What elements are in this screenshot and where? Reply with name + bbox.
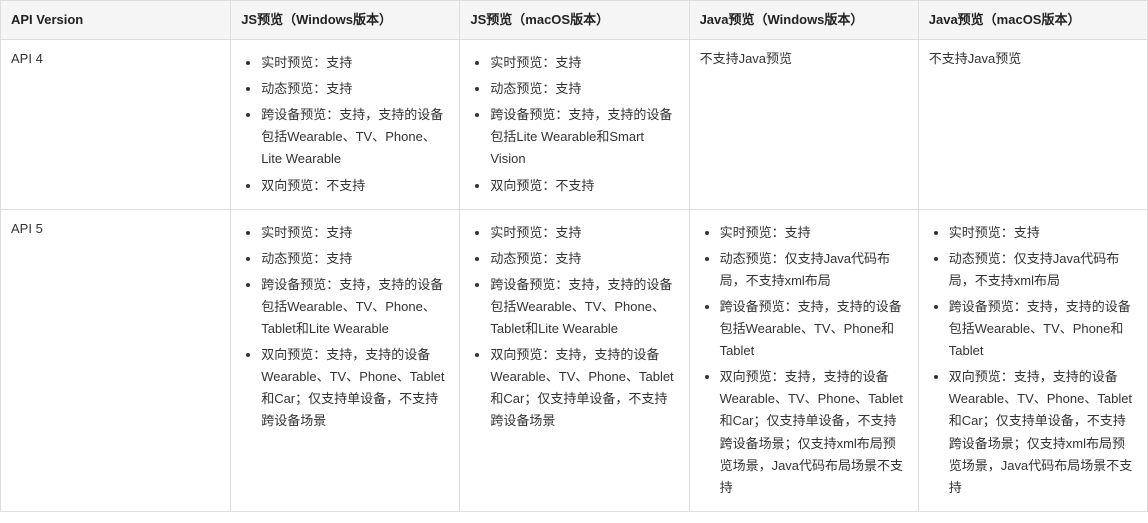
list-item: 实时预览：支持: [261, 52, 449, 74]
table-row: API 5实时预览：支持动态预览：支持跨设备预览：支持，支持的设备包括Weara…: [1, 209, 1148, 511]
col-header: JS预览（Windows版本）: [231, 1, 460, 40]
compat-table-container: API Version JS预览（Windows版本） JS预览（macOS版本…: [0, 0, 1148, 512]
list-item: 动态预览：支持: [261, 78, 449, 100]
feature-cell: 实时预览：支持动态预览：支持跨设备预览：支持，支持的设备包括Wearable、T…: [460, 209, 689, 511]
list-item: 跨设备预览：支持，支持的设备包括Wearable、TV、Phone和Tablet: [949, 296, 1137, 362]
feature-cell: 实时预览：支持动态预览：仅支持Java代码布局，不支持xml布局跨设备预览：支持…: [689, 209, 918, 511]
list-item: 跨设备预览：支持，支持的设备包括Wearable、TV、Phone、Lite W…: [261, 104, 449, 170]
col-header: API Version: [1, 1, 231, 40]
list-item: 动态预览：支持: [490, 78, 678, 100]
list-item: 跨设备预览：支持，支持的设备包括Wearable、TV、Phone、Tablet…: [490, 274, 678, 340]
feature-list: 实时预览：支持动态预览：仅支持Java代码布局，不支持xml布局跨设备预览：支持…: [700, 222, 908, 499]
col-header: Java预览（macOS版本）: [918, 1, 1147, 40]
list-item: 实时预览：支持: [949, 222, 1137, 244]
list-item: 跨设备预览：支持，支持的设备包括Wearable、TV、Phone、Tablet…: [261, 274, 449, 340]
api-version-cell: API 4: [1, 40, 231, 210]
table-body: API 4实时预览：支持动态预览：支持跨设备预览：支持，支持的设备包括Weara…: [1, 40, 1148, 512]
list-item: 双向预览：支持，支持的设备Wearable、TV、Phone、Tablet和Ca…: [261, 344, 449, 432]
list-item: 动态预览：支持: [490, 248, 678, 270]
feature-list: 实时预览：支持动态预览：支持跨设备预览：支持，支持的设备包括Wearable、T…: [241, 52, 449, 197]
feature-list: 实时预览：支持动态预览：支持跨设备预览：支持，支持的设备包括Wearable、T…: [241, 222, 449, 433]
list-item: 双向预览：支持，支持的设备Wearable、TV、Phone、Tablet和Ca…: [949, 366, 1137, 499]
list-item: 实时预览：支持: [720, 222, 908, 244]
list-item: 动态预览：仅支持Java代码布局，不支持xml布局: [949, 248, 1137, 292]
table-head: API Version JS预览（Windows版本） JS预览（macOS版本…: [1, 1, 1148, 40]
list-item: 动态预览：支持: [261, 248, 449, 270]
feature-cell: 实时预览：支持动态预览：支持跨设备预览：支持，支持的设备包括Wearable、T…: [231, 209, 460, 511]
api-version-cell: API 5: [1, 209, 231, 511]
feature-cell: 实时预览：支持动态预览：仅支持Java代码布局，不支持xml布局跨设备预览：支持…: [918, 209, 1147, 511]
header-row: API Version JS预览（Windows版本） JS预览（macOS版本…: [1, 1, 1148, 40]
feature-list: 实时预览：支持动态预览：支持跨设备预览：支持，支持的设备包括Wearable、T…: [470, 222, 678, 433]
list-item: 跨设备预览：支持，支持的设备包括Wearable、TV、Phone和Tablet: [720, 296, 908, 362]
table-row: API 4实时预览：支持动态预览：支持跨设备预览：支持，支持的设备包括Weara…: [1, 40, 1148, 210]
col-header: JS预览（macOS版本）: [460, 1, 689, 40]
list-item: 实时预览：支持: [490, 52, 678, 74]
list-item: 跨设备预览：支持，支持的设备包括Lite Wearable和Smart Visi…: [490, 104, 678, 170]
feature-cell: 实时预览：支持动态预览：支持跨设备预览：支持，支持的设备包括Lite Weara…: [460, 40, 689, 210]
feature-cell: 不支持Java预览: [918, 40, 1147, 210]
list-item: 实时预览：支持: [490, 222, 678, 244]
col-header: Java预览（Windows版本）: [689, 1, 918, 40]
feature-list: 实时预览：支持动态预览：仅支持Java代码布局，不支持xml布局跨设备预览：支持…: [929, 222, 1137, 499]
list-item: 实时预览：支持: [261, 222, 449, 244]
feature-cell: 不支持Java预览: [689, 40, 918, 210]
list-item: 双向预览：不支持: [490, 175, 678, 197]
list-item: 双向预览：不支持: [261, 175, 449, 197]
compat-table: API Version JS预览（Windows版本） JS预览（macOS版本…: [0, 0, 1148, 512]
list-item: 双向预览：支持，支持的设备Wearable、TV、Phone、Tablet和Ca…: [490, 344, 678, 432]
list-item: 双向预览：支持，支持的设备Wearable、TV、Phone、Tablet和Ca…: [720, 366, 908, 499]
list-item: 动态预览：仅支持Java代码布局，不支持xml布局: [720, 248, 908, 292]
feature-cell: 实时预览：支持动态预览：支持跨设备预览：支持，支持的设备包括Wearable、T…: [231, 40, 460, 210]
feature-list: 实时预览：支持动态预览：支持跨设备预览：支持，支持的设备包括Lite Weara…: [470, 52, 678, 197]
